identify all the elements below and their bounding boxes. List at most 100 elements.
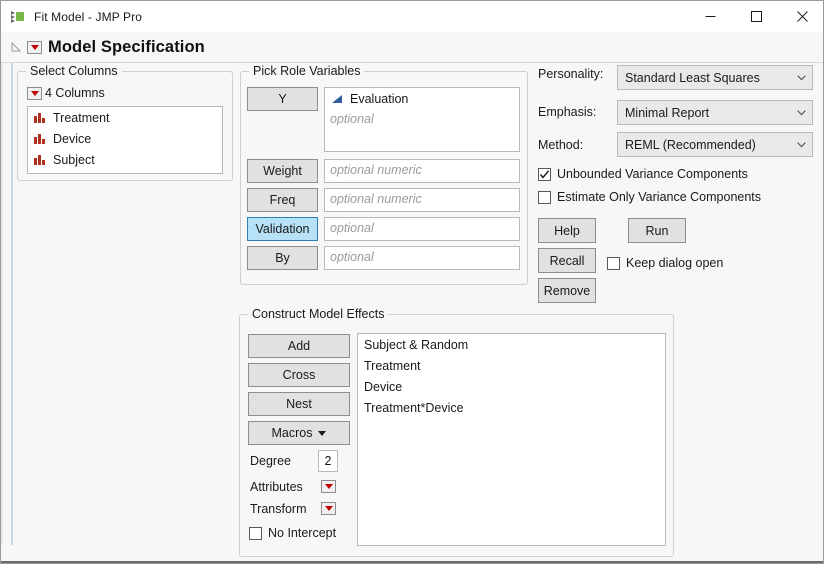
column-name: Subject [53, 153, 95, 167]
recall-button[interactable]: Recall [538, 248, 596, 273]
panel-left-edge [1, 63, 3, 545]
role-field-y[interactable]: Evaluation optional [324, 87, 520, 152]
unbounded-variance-label: Unbounded Variance Components [557, 167, 748, 181]
role-value-label: Evaluation [350, 92, 408, 106]
maximize-button[interactable] [733, 1, 779, 32]
checkbox-box [249, 527, 262, 540]
disclosure-triangle-icon[interactable] [1, 41, 22, 53]
help-button[interactable]: Help [538, 218, 596, 243]
checkbox-box [538, 168, 551, 181]
role-field-validation[interactable]: optional [324, 217, 520, 241]
emphasis-value: Minimal Report [618, 106, 790, 120]
jmp-icon [10, 9, 26, 25]
role-field-weight[interactable]: optional numeric [324, 159, 520, 183]
columns-listbox[interactable]: Treatment Device Subject Evaluation [27, 106, 223, 174]
column-name: Evaluation [53, 174, 111, 175]
add-effect-button[interactable]: Add [248, 334, 350, 358]
estimate-only-variance-label: Estimate Only Variance Components [557, 190, 761, 204]
degree-input[interactable]: 2 [318, 450, 338, 472]
role-placeholder-weight: optional numeric [325, 160, 422, 181]
emphasis-label: Emphasis: [538, 105, 596, 119]
list-item[interactable]: Treatment [28, 107, 222, 128]
fit-model-window: Fit Model - JMP Pro Model Specification [0, 0, 824, 564]
model-effects-listbox[interactable]: Subject & Random Treatment Device Treatm… [357, 333, 666, 546]
list-item[interactable]: Treatment*Device [358, 397, 665, 418]
role-button-freq[interactable]: Freq [247, 188, 318, 212]
role-value-y[interactable]: Evaluation [325, 88, 408, 109]
role-placeholder-y: optional [325, 109, 374, 130]
list-item[interactable]: Device [28, 128, 222, 149]
attributes-red-triangle-menu-icon[interactable] [321, 480, 336, 493]
list-item[interactable]: Treatment [358, 355, 665, 376]
column-name: Device [53, 132, 91, 146]
degree-value: 2 [325, 454, 332, 468]
pick-role-variables-legend: Pick Role Variables [249, 64, 364, 78]
list-item[interactable]: Subject [28, 149, 222, 170]
list-item[interactable]: Device [358, 376, 665, 397]
effect-name: Treatment*Device [364, 401, 464, 415]
estimate-only-variance-checkbox[interactable]: Estimate Only Variance Components [538, 190, 761, 204]
keep-dialog-open-checkbox[interactable]: Keep dialog open [607, 256, 723, 270]
role-placeholder-validation: optional [325, 218, 374, 239]
list-item[interactable]: Subject & Random [358, 334, 665, 355]
construct-model-effects-legend: Construct Model Effects [248, 307, 388, 321]
window-controls [687, 1, 824, 32]
effect-name: Device [364, 380, 402, 394]
chevron-down-icon [790, 142, 812, 148]
checkbox-box [538, 191, 551, 204]
personality-label: Personality: [538, 67, 603, 81]
nominal-icon [33, 153, 48, 166]
method-value: REML (Recommended) [618, 138, 790, 152]
nest-effect-button[interactable]: Nest [248, 392, 350, 416]
role-field-by[interactable]: optional [324, 246, 520, 270]
red-triangle-menu-icon[interactable] [27, 87, 42, 100]
transform-label: Transform [250, 502, 307, 516]
attributes-label: Attributes [250, 480, 303, 494]
nominal-icon [33, 111, 48, 124]
cross-effect-button[interactable]: Cross [248, 363, 350, 387]
caret-down-icon [318, 431, 326, 436]
window-titlebar: Fit Model - JMP Pro [1, 1, 824, 33]
columns-count-label: 4 Columns [45, 86, 105, 100]
degree-label: Degree [250, 454, 291, 468]
personality-select[interactable]: Standard Least Squares [617, 65, 813, 90]
role-field-freq[interactable]: optional numeric [324, 188, 520, 212]
remove-button[interactable]: Remove [538, 278, 596, 303]
select-columns-legend: Select Columns [26, 64, 122, 78]
role-button-by[interactable]: By [247, 246, 318, 270]
role-placeholder-by: optional [325, 247, 374, 268]
window-bottom-edge [1, 561, 824, 563]
method-select[interactable]: REML (Recommended) [617, 132, 813, 157]
effect-name: Treatment [364, 359, 421, 373]
keep-dialog-open-label: Keep dialog open [626, 256, 723, 270]
no-intercept-label: No Intercept [268, 526, 336, 540]
page-title: Model Specification [48, 38, 205, 57]
checkbox-box [607, 257, 620, 270]
outline-rail [11, 63, 13, 545]
role-button-y[interactable]: Y [247, 87, 318, 111]
personality-value: Standard Least Squares [618, 71, 790, 85]
minimize-button[interactable] [687, 1, 733, 32]
continuous-icon [330, 92, 345, 105]
column-name: Treatment [53, 111, 110, 125]
role-placeholder-freq: optional numeric [325, 189, 422, 210]
chevron-down-icon [790, 75, 812, 81]
no-intercept-checkbox[interactable]: No Intercept [249, 526, 336, 540]
method-label: Method: [538, 138, 583, 152]
list-item[interactable]: Evaluation [28, 170, 222, 174]
red-triangle-menu-icon[interactable] [27, 41, 42, 54]
unbounded-variance-checkbox[interactable]: Unbounded Variance Components [538, 167, 748, 181]
close-button[interactable] [779, 1, 824, 32]
role-button-validation[interactable]: Validation [247, 217, 318, 241]
window-title: Fit Model - JMP Pro [34, 10, 142, 24]
macros-button[interactable]: Macros [248, 421, 350, 445]
run-button[interactable]: Run [628, 218, 686, 243]
role-button-weight[interactable]: Weight [247, 159, 318, 183]
emphasis-select[interactable]: Minimal Report [617, 100, 813, 125]
chevron-down-icon [790, 110, 812, 116]
model-specification-header: Model Specification [1, 32, 824, 63]
columns-count-row[interactable]: 4 Columns [27, 86, 105, 100]
transform-red-triangle-menu-icon[interactable] [321, 502, 336, 515]
effect-name: Subject & Random [364, 338, 468, 352]
nominal-icon [33, 132, 48, 145]
